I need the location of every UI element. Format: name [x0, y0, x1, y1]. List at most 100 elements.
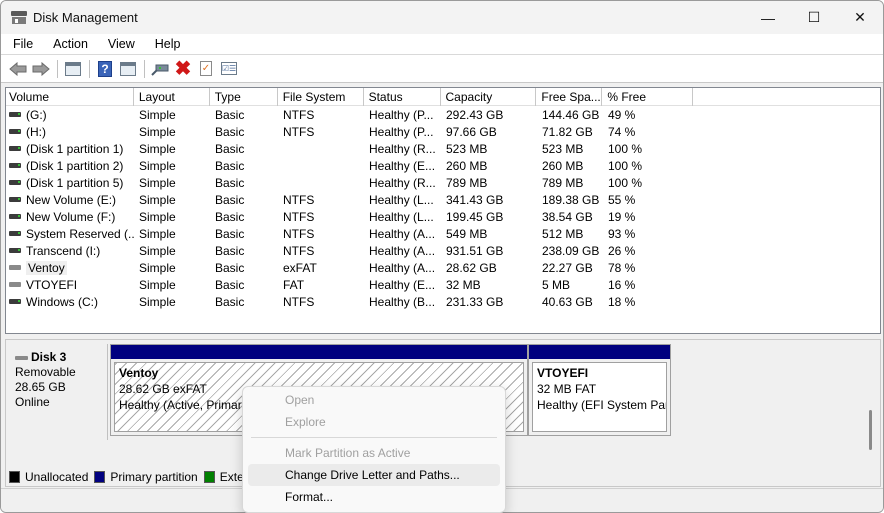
- partition-status: Healthy (EFI System Part: [537, 398, 667, 412]
- status-cell: Healthy (E...: [369, 158, 436, 173]
- volume-cell: New Volume (F:): [6, 210, 134, 224]
- menu-view[interactable]: View: [96, 37, 143, 51]
- disk-type: Removable: [15, 365, 76, 379]
- back-button[interactable]: [7, 58, 29, 80]
- column-header-layout[interactable]: Layout: [134, 88, 210, 106]
- type-cell: Basic: [215, 226, 245, 241]
- layout-cell: Simple: [139, 124, 176, 139]
- column-header-type[interactable]: Type: [210, 88, 278, 106]
- volume-list-pane: Volume Layout Type File System Status Ca…: [5, 87, 881, 334]
- volume-row[interactable]: VTOYEFI Simple Basic FAT Healthy (E... 32 MB 5…: [6, 276, 880, 293]
- volume-row[interactable]: New Volume (E:) Simple Basic NTFS Healthy (L…: [6, 191, 880, 208]
- volume-cell: Windows (C:): [6, 295, 134, 309]
- menu-action[interactable]: Action: [41, 37, 96, 51]
- status-cell: Healthy (R...: [369, 141, 436, 156]
- volume-row[interactable]: (Disk 1 partition 1) Simple Basic Healthy (…: [6, 140, 880, 157]
- legend-swatch: [9, 471, 20, 483]
- delete-button[interactable]: ✖: [172, 58, 194, 80]
- column-header-empty[interactable]: [693, 88, 880, 106]
- layout-cell: Simple: [139, 107, 176, 122]
- forward-button[interactable]: [30, 58, 52, 80]
- volume-name: Transcend (I:): [26, 243, 101, 258]
- back-arrow-icon: [9, 61, 27, 76]
- fs-cell: FAT: [283, 277, 305, 292]
- properties-button[interactable]: ✓: [195, 58, 217, 80]
- free-cell: 512 MB: [542, 226, 584, 241]
- volume-row[interactable]: (H:) Simple Basic NTFS Healthy (P... 97.66 GB…: [6, 123, 880, 140]
- maximize-button[interactable]: ☐: [791, 1, 837, 34]
- partition-vtoyefi-body: VTOYEFI 32 MB FAT Healthy (EFI System Pa…: [532, 362, 667, 432]
- fs-cell: NTFS: [283, 294, 315, 309]
- free-cell: 789 MB: [542, 175, 584, 190]
- status-cell: Healthy (L...: [369, 192, 434, 207]
- toolbar: ? ✖ ✓ ☑☰: [1, 55, 883, 83]
- volume-cell: (Disk 1 partition 5): [6, 176, 134, 190]
- volume-name: System Reserved (...: [26, 226, 134, 241]
- volume-row[interactable]: (Disk 1 partition 2) Simple Basic Healthy (…: [6, 157, 880, 174]
- drive-icon: [9, 299, 21, 304]
- pct-cell: 100 %: [608, 158, 643, 173]
- fs-cell: NTFS: [283, 209, 315, 224]
- minimize-button[interactable]: —: [745, 1, 791, 34]
- volume-row[interactable]: Windows (C:) Simple Basic NTFS Healthy (B...…: [6, 293, 880, 310]
- delete-x-icon: ✖: [174, 57, 192, 80]
- column-header-status[interactable]: Status: [364, 88, 441, 106]
- context-menu-item-format[interactable]: Format...: [248, 486, 500, 508]
- free-cell: 38.54 GB: [542, 209, 593, 224]
- column-header-free-space[interactable]: Free Spa...: [536, 88, 603, 106]
- volume-row[interactable]: Transcend (I:) Simple Basic NTFS Healthy (A.…: [6, 242, 880, 259]
- drive-icon: [9, 282, 21, 287]
- context-menu-item-change-drive-letter-and-paths[interactable]: Change Drive Letter and Paths...: [248, 464, 500, 486]
- view-list-button[interactable]: ☑☰: [218, 58, 240, 80]
- status-cell: Healthy (R...: [369, 175, 436, 190]
- status-cell: Healthy (P...: [369, 124, 434, 139]
- help-icon: ?: [98, 60, 112, 77]
- volume-row[interactable]: New Volume (F:) Simple Basic NTFS Healthy (L…: [6, 208, 880, 225]
- capacity-cell: 523 MB: [446, 141, 488, 156]
- pct-cell: 18 %: [608, 294, 636, 309]
- type-cell: Basic: [215, 260, 245, 275]
- pct-cell: 100 %: [608, 175, 643, 190]
- menu-help[interactable]: Help: [143, 37, 189, 51]
- partition-name: Ventoy: [119, 366, 159, 380]
- partition-vtoyefi[interactable]: VTOYEFI 32 MB FAT Healthy (EFI System Pa…: [528, 344, 671, 436]
- volume-cell: (Disk 1 partition 2): [6, 159, 134, 173]
- forward-arrow-icon: [32, 61, 50, 76]
- volume-list-header: Volume Layout Type File System Status Ca…: [6, 88, 880, 106]
- free-cell: 22.27 GB: [542, 260, 593, 275]
- volume-row[interactable]: (Disk 1 partition 5) Simple Basic Healthy (…: [6, 174, 880, 191]
- volume-row[interactable]: Ventoy Simple Basic exFAT Healthy (A... 28.62…: [6, 259, 880, 276]
- column-header-file-system[interactable]: File System: [278, 88, 364, 106]
- status-cell: Healthy (P...: [369, 107, 434, 122]
- volume-name: (Disk 1 partition 5): [26, 175, 124, 190]
- volume-row[interactable]: (G:) Simple Basic NTFS Healthy (P... 292.43 G…: [6, 106, 880, 123]
- free-cell: 40.63 GB: [542, 294, 593, 309]
- drive-icon: [9, 197, 21, 202]
- disk-state: Online: [15, 395, 50, 409]
- show-hide-action-pane-button[interactable]: [117, 58, 139, 80]
- removable-disk-icon: [15, 355, 28, 360]
- column-header-volume[interactable]: Volume: [6, 88, 134, 106]
- status-cell: Healthy (L...: [369, 209, 434, 224]
- help-button[interactable]: ?: [94, 58, 116, 80]
- window-title: Disk Management: [33, 10, 138, 25]
- volume-name: Windows (C:): [26, 294, 99, 309]
- free-cell: 260 MB: [542, 158, 584, 173]
- disk-3-label[interactable]: Disk 3 Removable 28.65 GB Online: [7, 344, 108, 440]
- volume-name: (Disk 1 partition 1): [26, 141, 124, 156]
- column-header-percent-free[interactable]: % Free: [602, 88, 694, 106]
- column-header-capacity[interactable]: Capacity: [441, 88, 537, 106]
- close-button[interactable]: ✕: [837, 1, 883, 34]
- connect-drive-button[interactable]: [149, 58, 171, 80]
- status-cell: Healthy (B...: [369, 294, 436, 309]
- context-menu-item-mark-partition-as-active: Mark Partition as Active: [285, 446, 411, 460]
- type-cell: Basic: [215, 243, 245, 258]
- volume-cell: (H:): [6, 125, 134, 139]
- show-hide-console-tree-button[interactable]: [62, 58, 84, 80]
- menu-file[interactable]: File: [1, 37, 41, 51]
- volume-list-body: (G:) Simple Basic NTFS Healthy (P... 292.43 G…: [6, 106, 880, 310]
- volume-row[interactable]: System Reserved (... Simple Basic NTFS Healt…: [6, 225, 880, 242]
- maximize-icon: ☐: [807, 9, 821, 25]
- fs-cell: NTFS: [283, 226, 315, 241]
- vertical-scrollbar[interactable]: [869, 410, 872, 450]
